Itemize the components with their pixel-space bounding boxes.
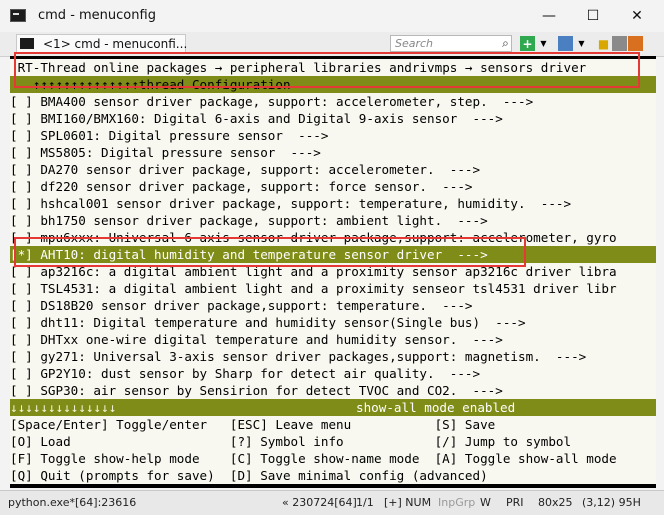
new-console-icon[interactable]: + bbox=[520, 36, 535, 51]
footer-bar: ↓↓↓↓↓↓↓↓↓↓↓↓↓↓ show-all mode enabled bbox=[10, 399, 656, 416]
console-tab[interactable]: <1> cmd - menuconfi... bbox=[16, 34, 187, 54]
terminal-area[interactable]: RT-Thread online packages → peripheral l… bbox=[10, 56, 656, 488]
menu-item[interactable]: [ ] SPL0601: Digital pressure sensor ---… bbox=[10, 127, 656, 144]
menu-item[interactable]: [ ] BMA400 sensor driver package, suppor… bbox=[10, 93, 656, 110]
help-line: [Space/Enter] Toggle/enter [ESC] Leave m… bbox=[10, 416, 656, 433]
menu-item[interactable]: [ ] DHTxx one-wire digital temperature a… bbox=[10, 331, 656, 348]
menu-item[interactable]: [ ] DS18B20 sensor driver package,suppor… bbox=[10, 297, 656, 314]
menu-icon[interactable] bbox=[628, 36, 643, 51]
config-header-text: ↑↑↑↑↑↑↑↑↑↑↑↑↑↑thread Configuration bbox=[32, 77, 291, 92]
window-title: cmd - menuconfig bbox=[38, 8, 156, 23]
console-tab-icon bbox=[20, 38, 34, 49]
help-line: [F] Toggle show-help mode [C] Toggle sho… bbox=[10, 450, 656, 467]
inpgrp-status: InpGrp bbox=[438, 496, 476, 509]
breadcrumb-line: RT-Thread online packages → peripheral l… bbox=[10, 59, 656, 76]
menu-item[interactable]: [ ] BMI160/BMX160: Digital 6-axis and Di… bbox=[10, 110, 656, 127]
priority-status: PRI bbox=[506, 496, 524, 509]
write-status: W bbox=[480, 496, 491, 509]
menu-item[interactable]: [ ] MS5805: Digital pressure sensor ---> bbox=[10, 144, 656, 161]
build-status: « 230724[64] bbox=[282, 496, 357, 509]
menu-item[interactable]: [ ] TSL4531: a digital ambient light and… bbox=[10, 280, 656, 297]
numlock-status: [+] NUM bbox=[384, 496, 432, 509]
terminal-app-icon bbox=[10, 9, 26, 22]
close-button[interactable]: ✕ bbox=[614, 0, 660, 32]
menu-item-selected[interactable]: [*] AHT10: digital humidity and temperat… bbox=[10, 246, 656, 263]
process-status: python.exe*[64]:23616 bbox=[8, 496, 137, 509]
minimize-button[interactable]: — bbox=[526, 0, 572, 32]
help-line: [O] Load [?] Symbol info [/] Jump to sym… bbox=[10, 433, 656, 450]
menu-item[interactable]: [ ] dht11: Digital temperature and humid… bbox=[10, 314, 656, 331]
scroll-arrows: ↓↓↓↓↓↓↓↓↓↓↓↓↓↓ bbox=[10, 400, 117, 415]
mode-indicator: show-all mode enabled bbox=[356, 400, 516, 415]
menu-item[interactable]: [ ] DA270 sensor driver package, support… bbox=[10, 161, 656, 178]
cursor-status: (3,12) 95H bbox=[582, 496, 641, 509]
menu-item[interactable]: [ ] bh1750 sensor driver package, suppor… bbox=[10, 212, 656, 229]
menu-item[interactable]: [ ] df220 sensor driver package, support… bbox=[10, 178, 656, 195]
status-bar: python.exe*[64]:23616 « 230724[64] 1/1 [… bbox=[0, 490, 664, 515]
restore-icon[interactable] bbox=[612, 36, 627, 51]
search-icon[interactable]: ⌕ bbox=[498, 36, 513, 51]
menu-item[interactable]: [ ] ap3216c: a digital ambient light and… bbox=[10, 263, 656, 280]
menu-item[interactable]: [ ] SGP30: air sensor by Sensirion for d… bbox=[10, 382, 656, 399]
page-status: 1/1 bbox=[356, 496, 374, 509]
lock-icon[interactable]: ■ bbox=[596, 36, 611, 51]
menu-item[interactable]: [ ] gy271: Universal 3-axis sensor drive… bbox=[10, 348, 656, 365]
help-line: [Q] Quit (prompts for save) [D] Save min… bbox=[10, 467, 656, 484]
menu-item[interactable]: [ ] GP2Y10: dust sensor by Sharp for det… bbox=[10, 365, 656, 382]
config-header-bar: ↑↑↑↑↑↑↑↑↑↑↑↑↑↑thread Configuration bbox=[10, 76, 656, 93]
dropdown-arrow-icon[interactable]: ▼ bbox=[536, 36, 551, 51]
search-input[interactable]: Search bbox=[390, 35, 512, 52]
menu-item[interactable]: [ ] mpu6xxx: Universal 6-axis sensor dri… bbox=[10, 229, 656, 246]
view-dropdown-icon[interactable]: ▼ bbox=[574, 36, 589, 51]
breadcrumb: RT-Thread online packages → peripheral l… bbox=[17, 60, 587, 75]
view-icon[interactable] bbox=[558, 36, 573, 51]
menu-item[interactable]: [ ] hshcal001 sensor driver package, sup… bbox=[10, 195, 656, 212]
size-status: 80x25 bbox=[538, 496, 573, 509]
maximize-button[interactable]: ☐ bbox=[570, 0, 616, 32]
